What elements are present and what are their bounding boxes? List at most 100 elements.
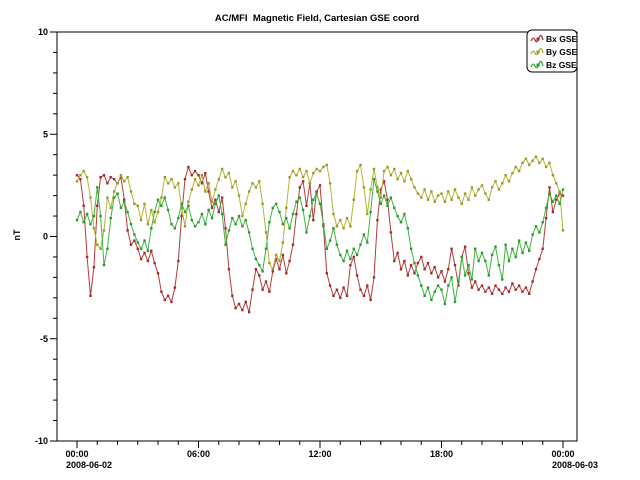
data-point-marker [390, 231, 392, 233]
data-point-marker [218, 211, 220, 213]
data-point-marker [447, 268, 449, 270]
data-point-marker [312, 199, 314, 201]
data-point-marker [319, 203, 321, 205]
data-point-marker [275, 203, 277, 205]
data-point-marker [272, 207, 274, 209]
data-point-marker [444, 280, 446, 282]
data-point-marker [99, 176, 101, 178]
data-point-marker [191, 174, 193, 176]
data-point-marker [555, 199, 557, 201]
x-tick-label: 06:00 [187, 449, 210, 459]
data-point-marker [346, 295, 348, 297]
data-point-marker [346, 217, 348, 219]
data-point-marker [531, 160, 533, 162]
data-point-marker [410, 248, 412, 250]
data-point-marker [299, 168, 301, 170]
data-point-marker [521, 291, 523, 293]
data-point-marker [113, 190, 115, 192]
legend-marker [537, 64, 540, 67]
data-point-marker [437, 276, 439, 278]
data-point-marker [548, 162, 550, 164]
data-point-marker [427, 262, 429, 264]
data-point-marker [366, 213, 368, 215]
data-point-marker [153, 221, 155, 223]
data-point-marker [329, 284, 331, 286]
data-point-marker [336, 289, 338, 291]
data-point-marker [116, 192, 118, 194]
data-point-marker [484, 192, 486, 194]
data-point-marker [477, 289, 479, 291]
data-point-marker [180, 215, 182, 217]
legend-marker [537, 38, 540, 41]
data-point-marker [140, 248, 142, 250]
data-point-marker [309, 182, 311, 184]
data-point-marker [265, 248, 267, 250]
data-point-marker [417, 262, 419, 264]
data-point-marker [498, 289, 500, 291]
data-point-marker [501, 293, 503, 295]
data-point-marker [204, 172, 206, 174]
data-point-marker [481, 252, 483, 254]
data-point-marker [420, 284, 422, 286]
data-point-marker [315, 190, 317, 192]
data-point-marker [295, 213, 297, 215]
data-point-marker [383, 194, 385, 196]
data-point-marker [356, 170, 358, 172]
x-tick-label: 00:00 [65, 449, 88, 459]
data-point-marker [366, 284, 368, 286]
data-point-marker [292, 244, 294, 246]
data-point-marker [545, 217, 547, 219]
data-point-marker [103, 264, 105, 266]
data-point-marker [562, 188, 564, 190]
data-point-marker [498, 188, 500, 190]
data-point-marker [93, 215, 95, 217]
data-point-marker [272, 268, 274, 270]
data-point-marker [187, 205, 189, 207]
data-point-marker [160, 205, 162, 207]
data-point-marker [147, 250, 149, 252]
data-point-marker [157, 211, 159, 213]
data-point-marker [137, 241, 139, 243]
data-point-marker [241, 309, 243, 311]
data-point-marker [515, 166, 517, 168]
data-point-marker [400, 221, 402, 223]
data-point-marker [191, 188, 193, 190]
data-point-marker [410, 178, 412, 180]
data-point-marker [126, 176, 128, 178]
data-point-marker [234, 180, 236, 182]
data-point-marker [464, 246, 466, 248]
data-point-marker [494, 284, 496, 286]
data-point-marker [413, 186, 415, 188]
x-tick-label: 00:00 [551, 449, 574, 459]
data-point-marker [150, 250, 152, 252]
legend-rows: Bx GSEBy GSEBz GSE [531, 34, 578, 70]
data-point-marker [400, 172, 402, 174]
data-point-marker [123, 180, 125, 182]
data-point-marker [386, 166, 388, 168]
data-point-marker [302, 180, 304, 182]
data-point-marker [504, 286, 506, 288]
data-point-marker [484, 291, 486, 293]
data-point-marker [99, 215, 101, 217]
y-tick-label: 5 [43, 129, 48, 139]
data-point-marker [248, 231, 250, 233]
data-point-marker [305, 170, 307, 172]
data-point-marker [353, 248, 355, 250]
data-point-marker [363, 233, 365, 235]
series-line [77, 157, 563, 270]
data-point-marker [511, 172, 513, 174]
data-point-marker [427, 199, 429, 201]
data-point-marker [268, 221, 270, 223]
data-point-marker [474, 248, 476, 250]
data-point-marker [93, 266, 95, 268]
data-point-marker [197, 184, 199, 186]
data-point-marker [302, 209, 304, 211]
data-point-marker [96, 205, 98, 207]
data-point-marker [261, 203, 263, 205]
data-point-marker [457, 196, 459, 198]
data-point-marker [349, 264, 351, 266]
data-point-marker [241, 215, 243, 217]
data-point-marker [275, 254, 277, 256]
data-point-marker [285, 207, 287, 209]
data-point-marker [113, 196, 115, 198]
